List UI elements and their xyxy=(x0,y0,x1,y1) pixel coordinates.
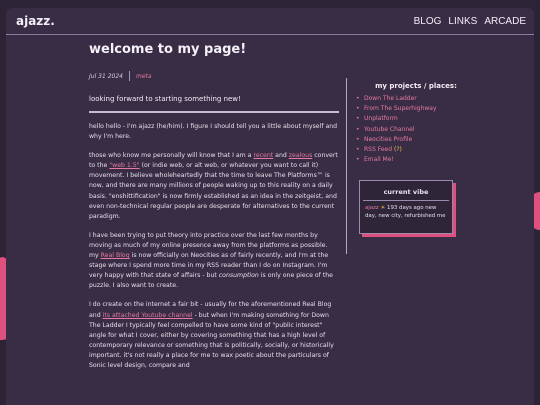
bullet-icon: • xyxy=(356,125,360,133)
nav-links[interactable]: LINKS xyxy=(448,16,477,27)
post-subtitle: looking forward to starting something ne… xyxy=(89,95,339,113)
bullet-icon: • xyxy=(356,146,360,154)
bullet-icon: • xyxy=(356,135,360,143)
projects-title: my projects / places: xyxy=(375,82,457,90)
rss-help-badge[interactable]: (?) xyxy=(394,145,402,155)
post-body: hello hello - I'm ajazz (he/him). I figu… xyxy=(89,122,339,371)
sun-icon: ☀ xyxy=(380,205,386,211)
current-vibe-widget: current vibe ajazz ☀ 193 days ago new da… xyxy=(359,180,453,234)
project-item-email[interactable]: • Email Me! xyxy=(356,155,476,165)
paragraph-intro: hello hello - I'm ajazz (he/him). I figu… xyxy=(89,123,338,141)
site-brand[interactable]: ajazz. xyxy=(16,14,55,28)
vibe-status: ajazz ☀ 193 days ago new day, new city, … xyxy=(360,201,452,223)
link-recent[interactable]: recent xyxy=(253,152,273,159)
nav-arcade[interactable]: ARCADE xyxy=(484,16,526,27)
projects-list: • Down The Ladder • From The Superhighway … xyxy=(356,94,476,165)
bullet-icon: • xyxy=(356,156,360,164)
project-item-youtube[interactable]: • Youtube Channel xyxy=(356,125,476,135)
bullet-icon: • xyxy=(356,115,360,123)
bullet-icon: • xyxy=(356,95,360,102)
project-item-down-the-ladder[interactable]: • Down The Ladder xyxy=(356,94,476,104)
top-navbar: ajazz. BLOG LINKS ARCADE xyxy=(6,8,534,35)
page-title: welcome to my page! xyxy=(89,42,247,57)
post-meta: Jul 31 2024 meta xyxy=(89,71,339,81)
meta-divider xyxy=(128,71,130,81)
post-tag[interactable]: meta xyxy=(136,73,152,80)
vibe-time: 193 days ago xyxy=(387,205,424,211)
sidebar: my projects / places: • Down The Ladder •… xyxy=(356,82,476,165)
paragraph-web15: those who know me personally will know t… xyxy=(89,152,338,220)
project-item-unplatform[interactable]: • Unplatform xyxy=(356,114,476,124)
vibe-title: current vibe xyxy=(363,188,449,201)
main-nav: BLOG LINKS ARCADE xyxy=(414,16,526,27)
paragraph-theory: I have been trying to put theory into pr… xyxy=(89,231,333,290)
post-content: welcome to my page! Jul 31 2024 meta loo… xyxy=(89,42,339,380)
project-item-neocities[interactable]: • Neocities Profile xyxy=(356,135,476,145)
project-item-rss[interactable]: • RSS Feed (?) xyxy=(356,145,476,155)
bullet-icon: • xyxy=(356,105,360,113)
link-web15[interactable]: "web 1.5" xyxy=(109,162,139,169)
sidebar-divider xyxy=(346,78,347,254)
vibe-user[interactable]: ajazz xyxy=(365,205,379,211)
post-date: Jul 31 2024 xyxy=(89,72,123,80)
link-zealous[interactable]: zealous xyxy=(289,152,313,159)
paragraph-create: I do create on the internet a fair bit -… xyxy=(89,301,334,369)
project-item-from-the-superhighway[interactable]: • From The Superhighway xyxy=(356,104,476,114)
link-real-blog[interactable]: Real Blog xyxy=(101,252,130,259)
nav-blog[interactable]: BLOG xyxy=(414,16,442,27)
link-youtube-channel[interactable]: its attached Youtube channel xyxy=(103,312,193,319)
